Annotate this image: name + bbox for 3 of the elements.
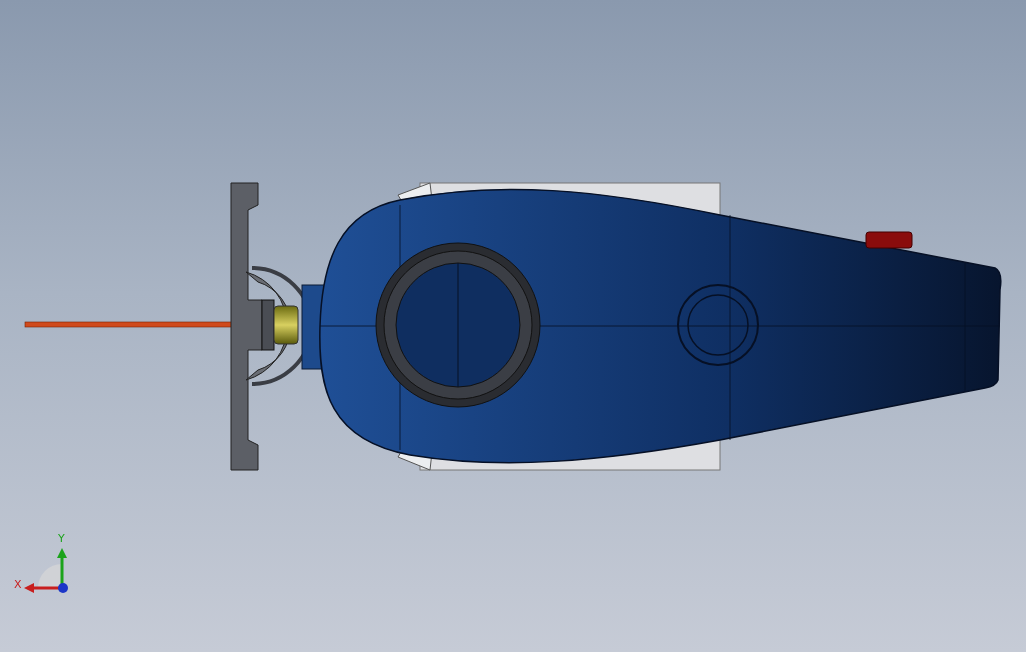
axis-label: Y — [58, 532, 65, 545]
axis-label: X — [14, 578, 22, 591]
axis-triad-icon — [24, 548, 68, 593]
